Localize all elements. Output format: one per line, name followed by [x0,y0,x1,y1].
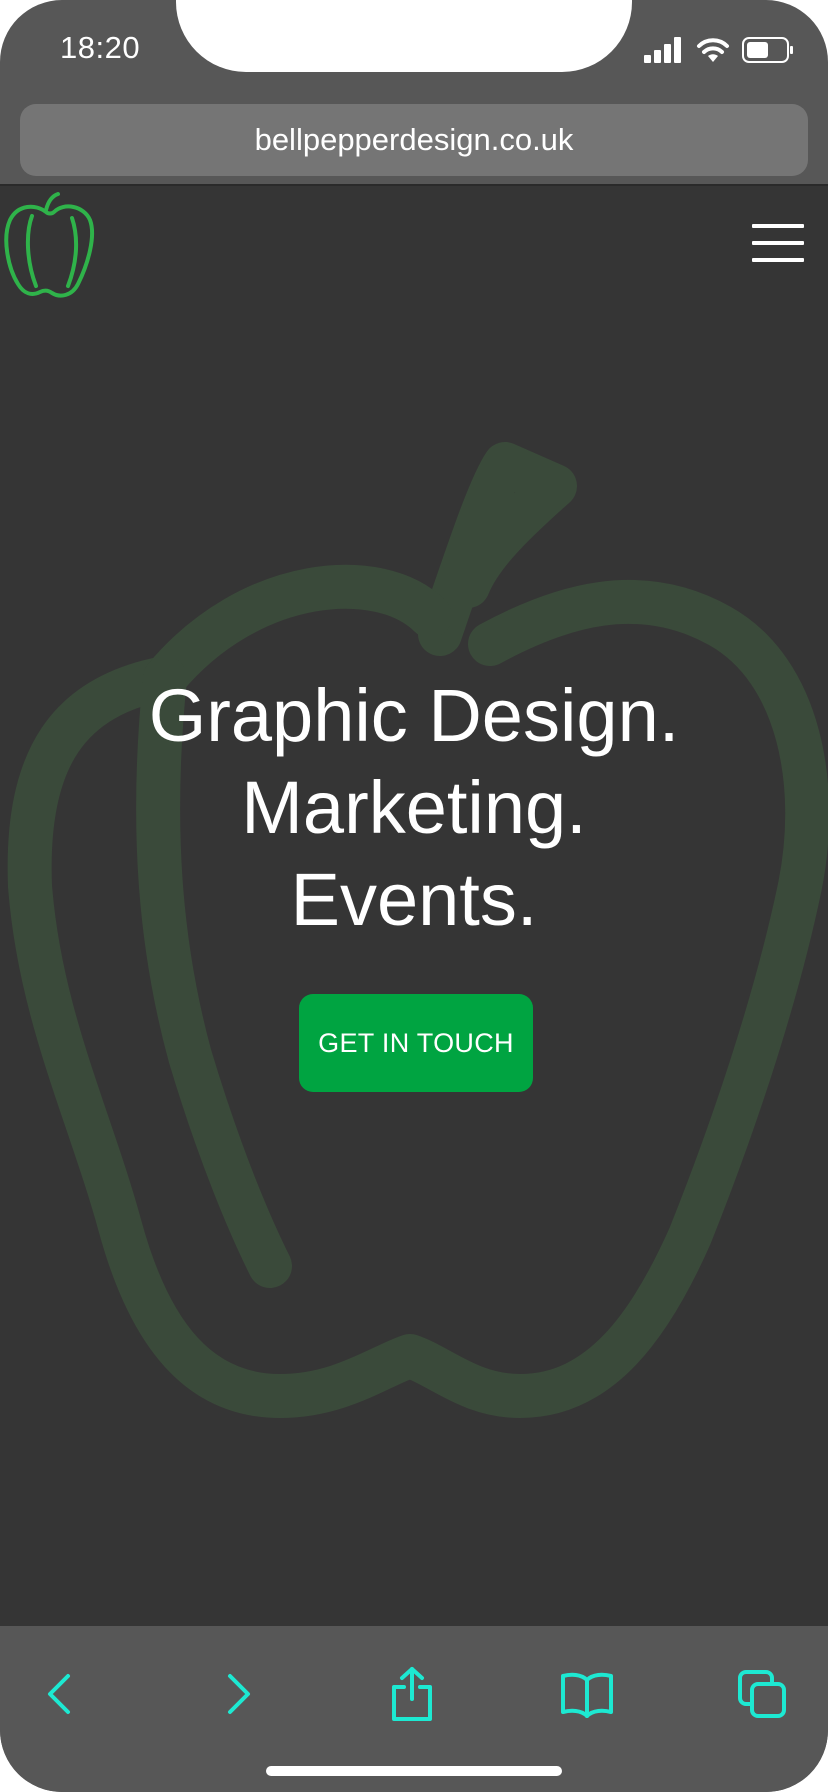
forward-icon [228,1674,250,1714]
back-icon [48,1674,70,1714]
bell-pepper-logo-icon[interactable] [2,190,98,302]
tabs-icon [738,1670,786,1718]
home-indicator[interactable] [266,1766,562,1776]
phone-screen: 18:20 bellpepperdesign.co.uk Graphic Des… [0,0,828,1792]
hero-line-events: Events. [290,858,538,941]
hamburger-menu-icon[interactable] [752,224,804,262]
share-button[interactable] [370,1652,454,1736]
device-notch [176,0,632,72]
web-page-content: Graphic Design. Marketing. Events. GET I… [0,184,828,1626]
status-icons [644,34,794,66]
bookmarks-icon [561,1672,613,1718]
hamburger-line [752,224,804,228]
bookmarks-button[interactable] [545,1652,629,1736]
hamburger-line [752,241,804,245]
hero-line-marketing: Marketing. [241,766,587,849]
status-bar: 18:20 [0,0,828,100]
get-in-touch-button[interactable]: GET IN TOUCH [299,994,533,1092]
address-bar[interactable]: bellpepperdesign.co.uk [20,104,808,176]
forward-button[interactable] [196,1652,280,1736]
tabs-button[interactable] [720,1652,804,1736]
share-icon [392,1667,432,1721]
hamburger-line [752,258,804,262]
cellular-signal-icon [644,37,681,63]
hero-heading: Graphic Design. Marketing. Events. [0,670,828,946]
address-bar-url: bellpepperdesign.co.uk [254,122,574,157]
hero-line-graphic-design: Graphic Design. [148,674,680,757]
battery-icon [742,37,793,63]
back-button[interactable] [18,1652,102,1736]
status-time: 18:20 [60,30,141,65]
wifi-icon [697,38,729,62]
